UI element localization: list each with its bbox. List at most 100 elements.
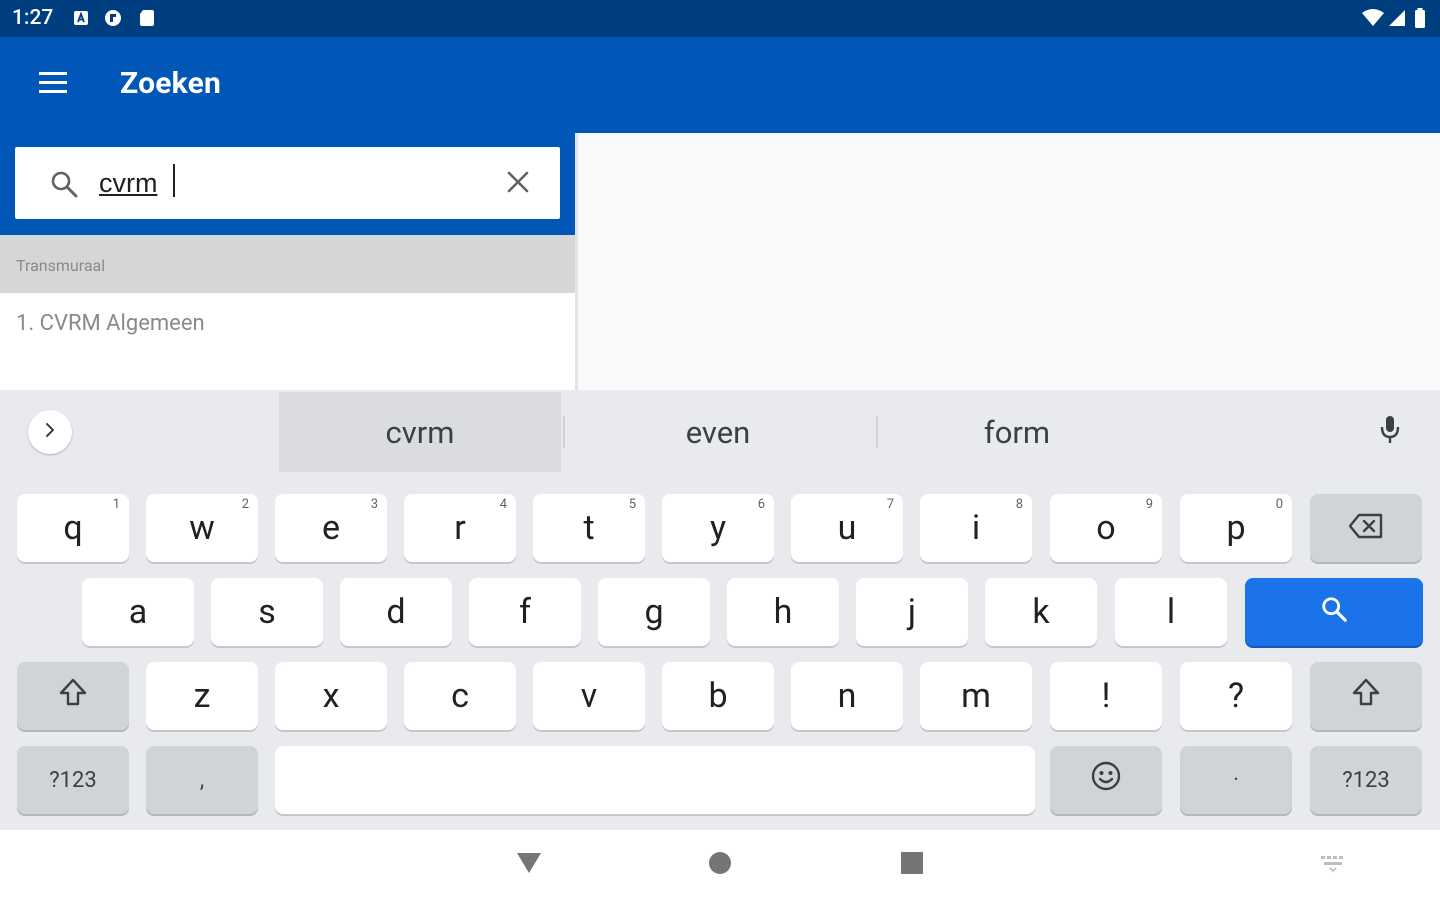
key-hint: 9 [1145, 497, 1153, 512]
key-label: o [1096, 508, 1116, 548]
key-label: d [386, 592, 406, 632]
key-comma[interactable]: , [146, 746, 258, 814]
keyboard-switch-icon [1319, 853, 1347, 877]
key-period[interactable]: · [1180, 746, 1292, 814]
signal-icon [1388, 9, 1406, 27]
key-label: z [193, 676, 211, 716]
key-q[interactable]: q1 [17, 494, 129, 562]
text-caret [173, 164, 175, 197]
key-label: l [1166, 592, 1176, 632]
shift-key-right[interactable] [1310, 662, 1422, 730]
key-v[interactable]: v [533, 662, 645, 730]
key-hint: 4 [499, 497, 507, 512]
key-label: ?123 [49, 767, 97, 793]
key-label: c [451, 676, 469, 716]
suggestion-even[interactable]: even [565, 392, 871, 472]
key-y[interactable]: y6 [662, 494, 774, 562]
key-hint: 7 [886, 497, 894, 512]
suggestion-form[interactable]: form [879, 392, 1155, 472]
key-label: i [971, 508, 981, 548]
detail-panel [578, 133, 1440, 390]
voice-input-button[interactable] [1368, 410, 1412, 454]
key-label: j [907, 592, 917, 632]
key-c[interactable]: c [404, 662, 516, 730]
list-item[interactable]: 1. CVRM Algemeen [0, 293, 575, 357]
recents-button[interactable] [891, 844, 933, 886]
keyboard-switch-button[interactable] [1314, 850, 1352, 880]
key-label: ? [1227, 676, 1245, 716]
suggestion-cvrm[interactable]: cvrm [279, 392, 561, 472]
suggestion-toolbar-toggle[interactable] [28, 410, 72, 454]
close-icon [506, 170, 530, 198]
search-icon [1320, 592, 1348, 632]
key-e[interactable]: e3 [275, 494, 387, 562]
menu-icon [38, 71, 70, 99]
key-g[interactable]: g [598, 578, 710, 646]
sd-card-icon [138, 9, 156, 27]
key-label: y [709, 508, 727, 548]
key-label: ?123 [1342, 767, 1390, 793]
key-label: s [258, 592, 276, 632]
clear-search-button[interactable] [499, 165, 537, 203]
backspace-icon [1348, 508, 1384, 548]
key-z[interactable]: z [146, 662, 258, 730]
key-m[interactable]: m [920, 662, 1032, 730]
key-b[interactable]: b [662, 662, 774, 730]
key-p[interactable]: p0 [1180, 494, 1292, 562]
key-a[interactable]: a [82, 578, 194, 646]
key-label: q [63, 508, 83, 548]
key-label: t [583, 508, 595, 548]
shift-icon [58, 676, 88, 716]
key-t[interactable]: t5 [533, 494, 645, 562]
key-label: ! [1101, 676, 1111, 716]
shift-key-left[interactable] [17, 662, 129, 730]
key-hint: 0 [1275, 497, 1283, 512]
key-label: b [708, 676, 728, 716]
chevron-right-icon [42, 422, 58, 442]
key-o[interactable]: o9 [1050, 494, 1162, 562]
key-f[interactable]: f [469, 578, 581, 646]
menu-button[interactable] [24, 63, 84, 107]
key-w[interactable]: w2 [146, 494, 258, 562]
recents-icon [901, 852, 923, 878]
back-button[interactable] [508, 844, 550, 886]
notification-a-icon [72, 9, 90, 27]
search-input[interactable] [99, 163, 489, 203]
symbols-key-left[interactable]: ?123 [17, 746, 129, 814]
status-time: 1:27 [12, 6, 54, 30]
backspace-key[interactable] [1310, 494, 1422, 562]
symbols-key-right[interactable]: ?123 [1310, 746, 1422, 814]
key-label: r [454, 508, 466, 548]
key-h[interactable]: h [727, 578, 839, 646]
search-panel: Transmuraal 1. CVRM Algemeen [0, 133, 575, 390]
on-screen-keyboard: cvrm even form q1 w2 e3 r4 t5 y6 u7 i8 o… [0, 390, 1440, 830]
key-s[interactable]: s [211, 578, 323, 646]
key-k[interactable]: k [985, 578, 1097, 646]
search-action-key[interactable] [1245, 578, 1423, 646]
key-i[interactable]: i8 [920, 494, 1032, 562]
space-bar[interactable] [275, 746, 1035, 814]
key-question[interactable]: ? [1180, 662, 1292, 730]
key-label: a [128, 592, 148, 632]
key-x[interactable]: x [275, 662, 387, 730]
search-box[interactable] [15, 147, 560, 219]
key-d[interactable]: d [340, 578, 452, 646]
wifi-icon [1362, 9, 1384, 27]
key-label: , [199, 767, 205, 793]
home-button[interactable] [699, 844, 741, 886]
key-exclamation[interactable]: ! [1050, 662, 1162, 730]
emoji-icon [1090, 760, 1122, 801]
key-u[interactable]: u7 [791, 494, 903, 562]
key-j[interactable]: j [856, 578, 968, 646]
key-n[interactable]: n [791, 662, 903, 730]
key-label: n [837, 676, 857, 716]
key-hint: 8 [1015, 497, 1023, 512]
emoji-key[interactable] [1050, 746, 1162, 814]
shift-icon [1351, 676, 1381, 716]
key-label: m [961, 676, 991, 716]
key-r[interactable]: r4 [404, 494, 516, 562]
key-label: k [1032, 592, 1050, 632]
search-band [0, 133, 575, 235]
key-hint: 1 [112, 497, 120, 512]
key-l[interactable]: l [1115, 578, 1227, 646]
